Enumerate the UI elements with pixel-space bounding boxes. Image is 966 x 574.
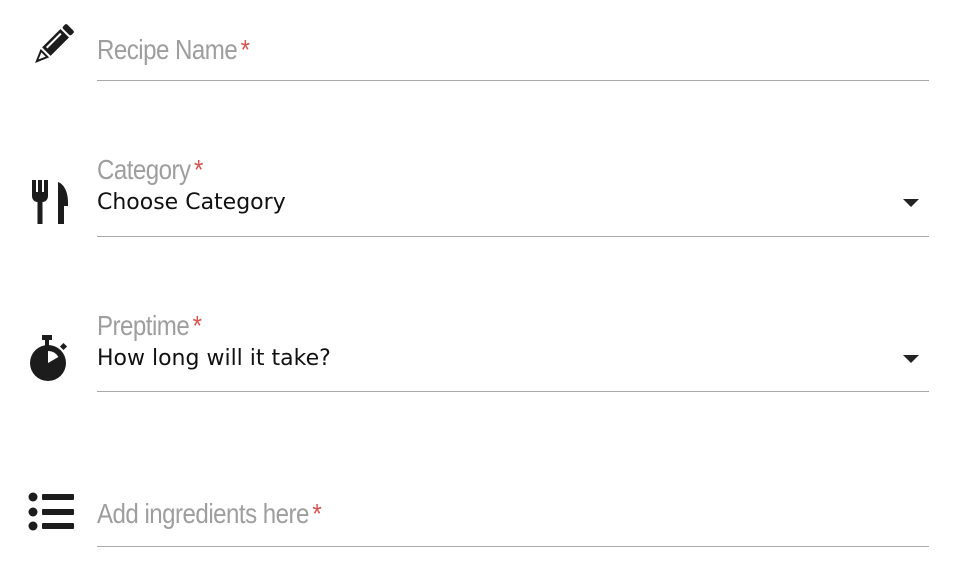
chevron-down-icon[interactable] xyxy=(903,199,919,207)
category-value: Choose Category xyxy=(97,190,286,215)
ingredients-input[interactable]: Add ingredients here * xyxy=(97,494,929,547)
required-marker: * xyxy=(194,154,203,185)
required-marker: * xyxy=(240,34,250,65)
stopwatch-icon xyxy=(28,334,76,382)
ingredients-label: Add ingredients here * xyxy=(97,498,322,529)
list-icon xyxy=(28,492,76,540)
ingredients-row: Add ingredients here * xyxy=(0,470,966,560)
recipe-name-input[interactable]: Recipe Name * xyxy=(97,28,929,81)
required-marker: * xyxy=(312,498,322,529)
fork-knife-icon xyxy=(28,178,76,226)
category-row: Category * Choose Category xyxy=(0,150,966,240)
pencil-icon xyxy=(28,22,76,70)
preptime-row: Preptime * How long will it take? xyxy=(0,306,966,396)
recipe-name-row: Recipe Name * xyxy=(0,0,966,90)
preptime-label: Preptime * xyxy=(97,310,202,341)
preptime-value: How long will it take? xyxy=(97,346,331,371)
category-label: Category * xyxy=(97,154,203,185)
required-marker: * xyxy=(192,310,202,341)
recipe-name-label: Recipe Name * xyxy=(97,34,250,65)
category-select[interactable]: Category * Choose Category xyxy=(97,150,929,237)
recipe-form: Recipe Name* Category* Choose Category xyxy=(0,0,966,574)
preptime-select[interactable]: Preptime * How long will it take? xyxy=(97,306,929,392)
chevron-down-icon[interactable] xyxy=(903,355,919,363)
